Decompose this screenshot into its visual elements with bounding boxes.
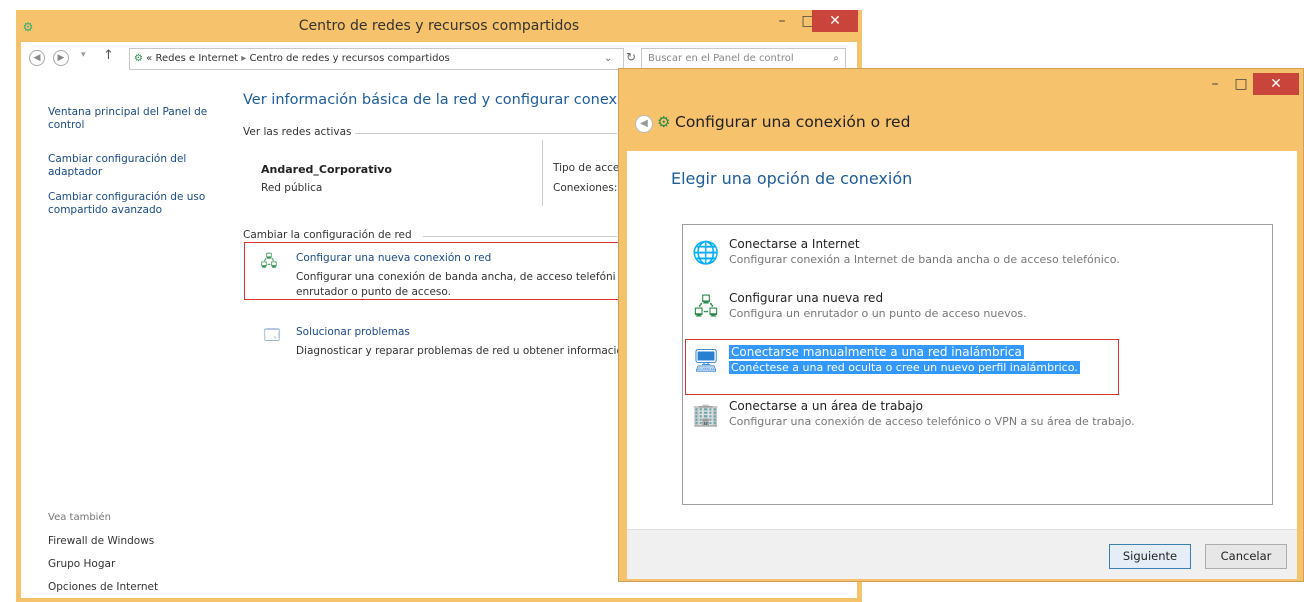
title-bar[interactable]: ⚙ Centro de redes y recursos compartidos…	[16, 10, 862, 42]
section-divider-2	[423, 236, 617, 237]
dialog-back-button[interactable]: ◀	[635, 115, 653, 133]
option-title: Configurar una nueva red	[729, 291, 884, 305]
dialog-close-button[interactable]: ✕	[1253, 73, 1299, 95]
option-title: Conectarse manualmente a una red inalámb…	[729, 345, 1024, 359]
connection-options-list[interactable]: 🌐 Conectarse a Internet Configurar conex…	[682, 224, 1273, 505]
up-arrow-icon[interactable]: ↑	[103, 48, 114, 63]
setup-connection-dialog: – □ ✕ ◀ ⚙ Configurar una conexión o red …	[618, 68, 1304, 582]
network-setup-icon: ⚙	[657, 113, 671, 131]
search-placeholder: Buscar en el Panel de control	[648, 53, 794, 64]
troubleshoot-icon: 🗔	[263, 326, 281, 344]
network-location-icon: ⚙	[134, 53, 143, 64]
router-icon: 🖧	[693, 295, 719, 320]
sidebar-link-home-line1: Ventana principal del Panel de	[48, 106, 208, 118]
option-desc: Conéctese a una red oculta o cree un nue…	[729, 361, 1080, 374]
sidebar-link-adapter-line1: Cambiar configuración del	[48, 153, 187, 165]
sidebar-link-sharing[interactable]: Cambiar configuración de uso compartido …	[48, 191, 205, 217]
breadcrumb-overflow: «	[146, 53, 153, 64]
dialog-minimize-button[interactable]: –	[1201, 73, 1229, 95]
network-name: Andared_Corporativo	[261, 163, 392, 176]
sidebar-link-home[interactable]: Ventana principal del Panel de control	[48, 106, 207, 132]
active-networks-label: Ver las redes activas	[243, 126, 352, 138]
next-button[interactable]: Siguiente	[1109, 544, 1191, 569]
setup-connection-desc-2: enrutador o punto de acceso.	[296, 286, 451, 298]
refresh-icon[interactable]: ↻	[626, 50, 636, 64]
address-dropdown-icon[interactable]: ⌄	[604, 49, 612, 69]
recent-pages-chevron-icon[interactable]: ▾	[81, 50, 86, 60]
dialog-footer: Siguiente Cancelar	[627, 529, 1297, 579]
window-title: Centro de redes y recursos compartidos	[298, 18, 580, 34]
page-title: Ver información básica de la red y confi…	[243, 92, 640, 108]
search-input[interactable]: Buscar en el Panel de control ⌕	[641, 48, 846, 70]
option-new-network[interactable]: 🖧 Configurar una nueva red Configura un …	[689, 289, 1259, 333]
dialog-maximize-button[interactable]: □	[1227, 73, 1255, 95]
see-also-firewall-link[interactable]: Firewall de Windows	[48, 535, 154, 548]
option-workplace[interactable]: 🏢 Conectarse a un área de trabajo Config…	[689, 397, 1259, 441]
troubleshoot-link[interactable]: Solucionar problemas	[296, 326, 410, 338]
breadcrumb-networks[interactable]: Redes e Internet	[155, 53, 238, 64]
setup-network-icon: 🖧	[260, 252, 278, 270]
option-connect-internet[interactable]: 🌐 Conectarse a Internet Configurar conex…	[689, 235, 1259, 279]
cancel-button[interactable]: Cancelar	[1205, 544, 1287, 569]
troubleshoot-desc: Diagnosticar y reparar problemas de red …	[296, 345, 623, 357]
minimize-button[interactable]: –	[768, 10, 796, 32]
setup-connection-link[interactable]: Configurar una nueva conexión o red	[296, 252, 491, 264]
see-also-internet-options-link[interactable]: Opciones de Internet	[48, 581, 158, 594]
see-also-heading: Vea también	[48, 512, 111, 523]
access-type-label: Tipo de acce	[553, 162, 620, 174]
see-also-homegroup-link[interactable]: Grupo Hogar	[48, 558, 115, 571]
option-desc: Configura un enrutador o un punto de acc…	[729, 307, 1027, 320]
option-title: Conectarse a un área de trabajo	[729, 399, 923, 413]
breadcrumb-separator: ▸	[241, 53, 247, 64]
section-divider	[355, 133, 617, 134]
option-title: Conectarse a Internet	[729, 237, 860, 251]
forward-button[interactable]: ▶	[53, 50, 69, 66]
option-manual-wireless[interactable]: 🖥 Conectarse manualmente a una red inalá…	[689, 343, 1259, 387]
sidebar-link-sharing-line1: Cambiar configuración de uso	[48, 191, 206, 203]
vertical-divider	[542, 140, 543, 206]
search-icon[interactable]: ⌕	[833, 49, 839, 69]
back-button[interactable]: ◀	[29, 50, 45, 66]
sidebar-link-home-line2: control	[48, 119, 85, 131]
sidebar-link-adapter-line2: adaptador	[48, 166, 103, 178]
dialog-heading: Elegir una opción de conexión	[671, 169, 913, 188]
dialog-content: Elegir una opción de conexión 🌐 Conectar…	[627, 151, 1297, 579]
sidebar-link-sharing-line2: compartido avanzado	[48, 204, 163, 216]
change-settings-label: Cambiar la configuración de red	[243, 229, 412, 241]
connections-label: Conexiones:	[553, 182, 618, 194]
option-desc: Configurar una conexión de acceso telefó…	[729, 415, 1135, 428]
option-desc: Configurar conexión a Internet de banda …	[729, 253, 1120, 266]
workplace-icon: 🏢	[692, 403, 720, 428]
dialog-title: Configurar una conexión o red	[675, 113, 911, 131]
setup-connection-desc-1: Configurar una conexión de banda ancha, …	[296, 271, 616, 283]
close-button[interactable]: ✕	[812, 10, 858, 32]
breadcrumb-network-center[interactable]: Centro de redes y recursos compartidos	[249, 53, 449, 64]
address-bar[interactable]: ⚙ « Redes e Internet ▸ Centro de redes y…	[129, 48, 624, 70]
sidebar-link-adapter[interactable]: Cambiar configuración del adaptador	[48, 153, 186, 179]
globe-icon: 🌐	[692, 241, 720, 266]
network-type: Red pública	[261, 182, 323, 194]
wireless-icon: 🖥	[692, 349, 720, 374]
